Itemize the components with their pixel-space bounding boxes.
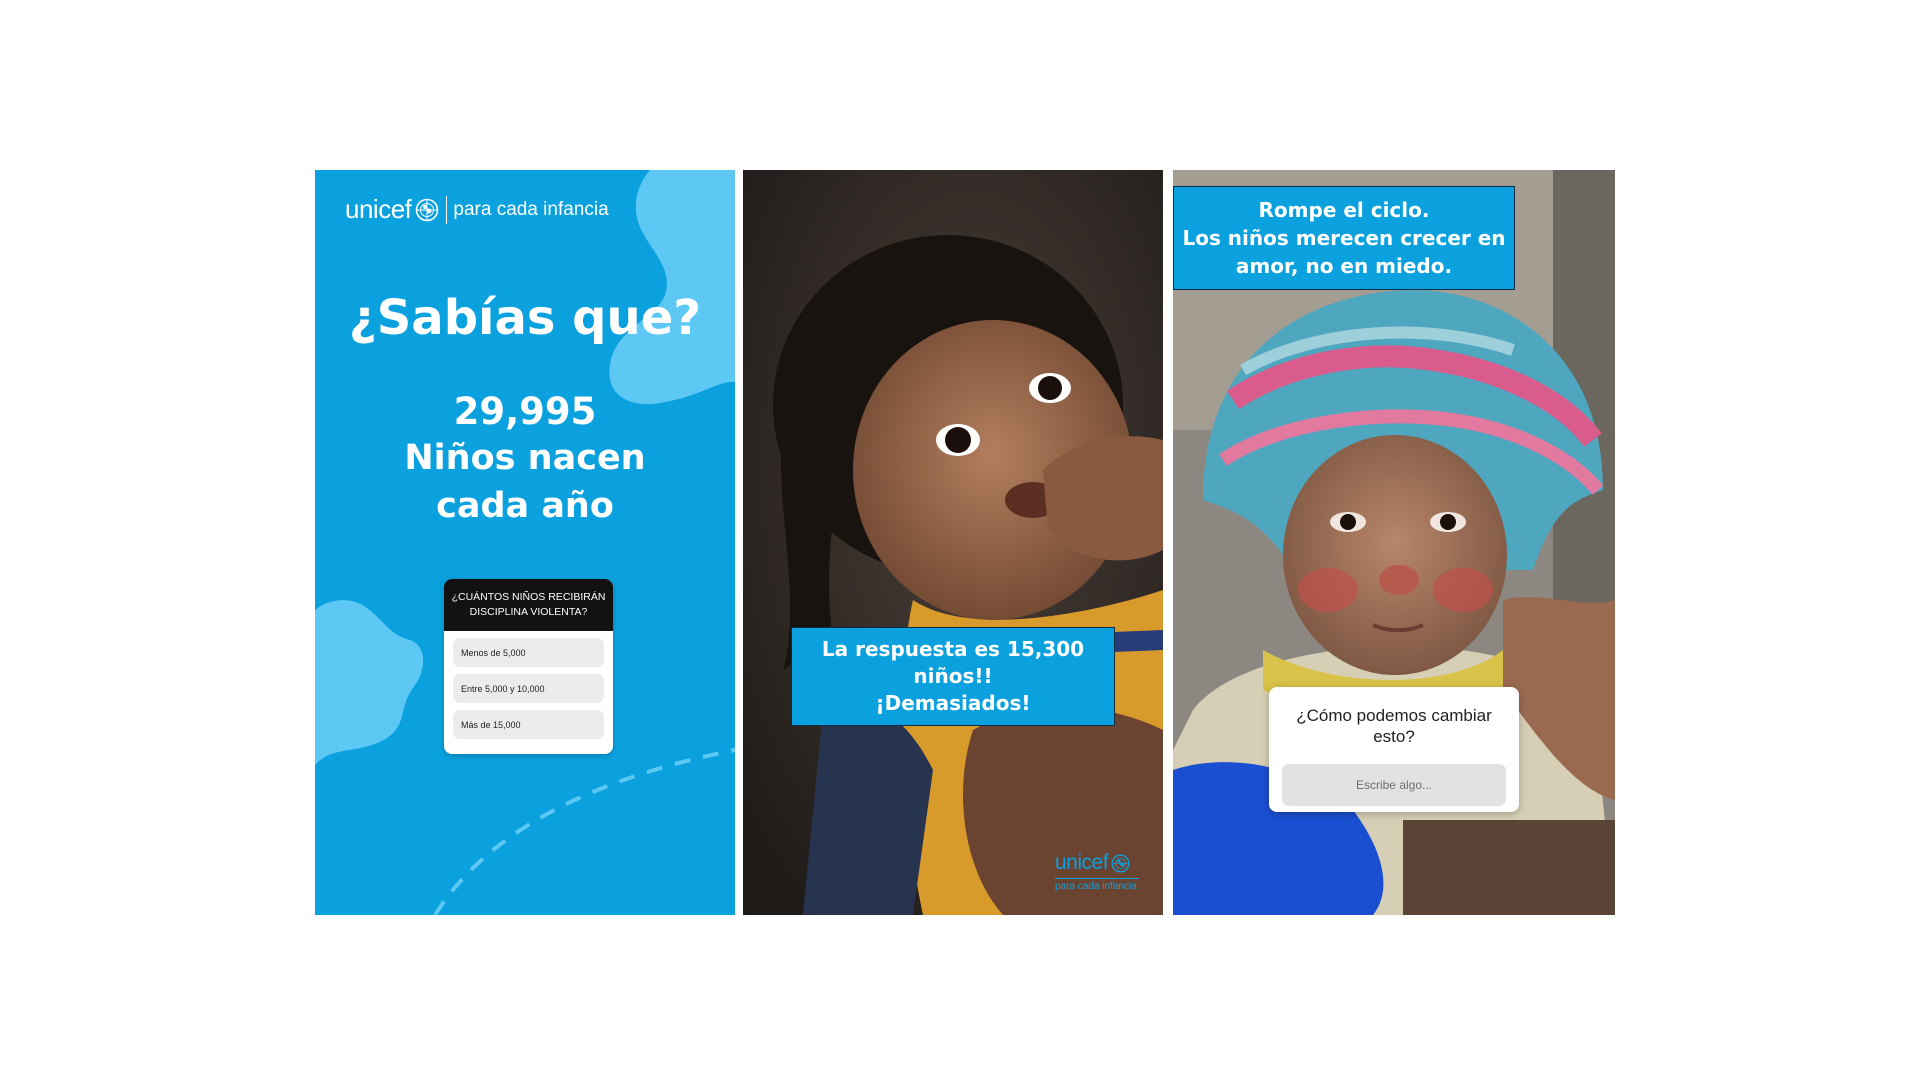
logo-wordmark: unicef — [1055, 851, 1109, 874]
message-banner: Rompe el ciclo. Los niños merecen crecer… — [1173, 186, 1515, 290]
baby-photo — [743, 170, 1163, 915]
headline-line-1: Niños nacen — [404, 438, 646, 478]
answer-line-3: ¡Demasiados! — [875, 691, 1031, 715]
question-sticker: ¿Cómo podemos cambiar esto? — [1269, 687, 1519, 812]
quiz-question-line-1: ¿CUÁNTOS NIÑOS RECIBIRÁN — [451, 591, 606, 603]
question-line-1: ¿Cómo podemos cambiar — [1296, 706, 1492, 725]
logo-wordmark: unicef — [345, 194, 412, 224]
headline-line-2: cada año — [436, 486, 614, 526]
answer-line-1: La respuesta es 15,300 — [821, 637, 1085, 661]
decorative-blob-shapes — [315, 170, 735, 915]
quiz-sticker: ¿CUÁNTOS NIÑOS RECIBIRÁN DISCIPLINA VIOL… — [444, 579, 613, 754]
logo-tagline: para cada infancia — [453, 198, 609, 220]
banner-line-2: Los niños merecen crecer en — [1182, 226, 1506, 250]
logo-tagline: para cada infancia — [1055, 881, 1137, 892]
answer-line-2: niños!! — [913, 664, 993, 688]
quiz-question-line-2: DISCIPLINA VIOLENTA? — [469, 606, 588, 618]
quiz-option-2[interactable]: Entre 5,000 y 10,000 — [453, 674, 604, 703]
answer-input[interactable] — [1282, 764, 1506, 806]
question-line-2: esto? — [1373, 727, 1415, 746]
headline-question: ¿Sabías que? — [348, 290, 702, 346]
logo-rule — [1055, 878, 1139, 879]
quiz-option-1[interactable]: Menos de 5,000 — [453, 638, 604, 667]
unicef-logo: unicef para cada infancia — [345, 194, 609, 225]
unicef-globe-icon — [416, 198, 439, 221]
question-text: ¿Cómo podemos cambiar esto? — [1269, 705, 1519, 747]
quiz-question: ¿CUÁNTOS NIÑOS RECIBIRÁN DISCIPLINA VIOL… — [444, 579, 613, 631]
unicef-globe-icon — [1111, 853, 1130, 873]
unicef-logo-small: unicef para cada infancia — [1055, 851, 1139, 892]
quiz-option-3[interactable]: Más de 15,000 — [453, 710, 604, 739]
answer-banner: La respuesta es 15,300 niños!! ¡Demasiad… — [791, 627, 1115, 726]
headline-number: 29,995 — [453, 390, 597, 433]
story-card-question: Rompe el ciclo. Los niños merecen crecer… — [1173, 170, 1615, 915]
banner-line-1: Rompe el ciclo. — [1258, 198, 1430, 222]
story-card-answer: La respuesta es 15,300 niños!! ¡Demasiad… — [743, 170, 1163, 915]
logo-divider — [446, 195, 448, 224]
banner-line-3: amor, no en miedo. — [1235, 254, 1453, 278]
story-card-did-you-know: unicef para cada infancia ¿Sabías que? 2… — [315, 170, 735, 915]
